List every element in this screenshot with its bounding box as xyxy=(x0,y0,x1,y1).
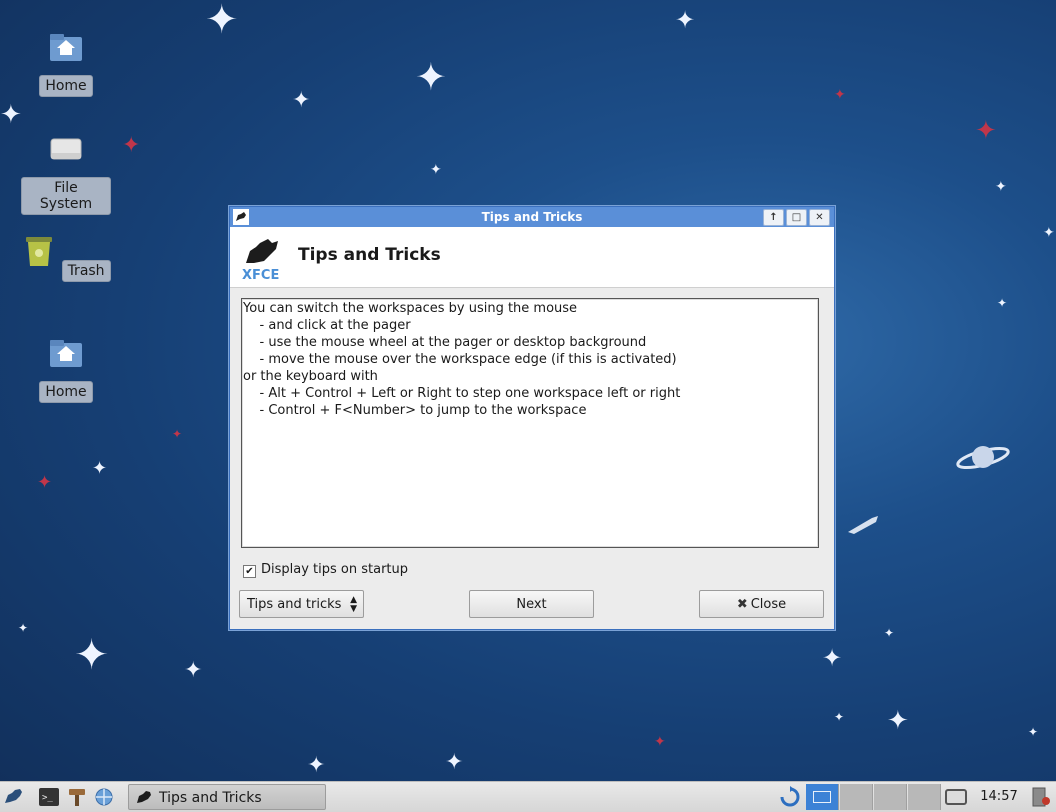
web-browser-icon[interactable] xyxy=(93,787,115,807)
window-thumbnail xyxy=(813,791,831,803)
star-icon: ✦ xyxy=(307,753,326,778)
shade-button[interactable]: ↑ xyxy=(763,209,784,226)
trash-icon xyxy=(26,237,53,266)
tip-text-area[interactable]: You can switch the workspaces by using t… xyxy=(241,298,819,548)
tips-dialog: Tips and Tricks ↑ □ ✕ XFCE Tips and Tric… xyxy=(229,206,835,630)
select-arrows-icon: ▲ ▼ xyxy=(350,595,357,614)
workspace-2[interactable] xyxy=(840,784,873,810)
star-icon: ✦ xyxy=(122,133,141,158)
close-icon: ✖ xyxy=(736,597,748,612)
star-icon: ✦ xyxy=(887,706,909,736)
star-icon: ✦ xyxy=(430,162,442,178)
star-icon: ✦ xyxy=(997,296,1008,310)
show-desktop-icon[interactable] xyxy=(945,788,967,806)
star-icon: ✦ xyxy=(995,179,1007,195)
desktop-icon-label: Home xyxy=(39,381,93,403)
planet-icon xyxy=(956,446,1010,470)
desktop-icon-label: File System xyxy=(21,177,111,215)
star-icon: ✦ xyxy=(834,87,846,103)
star-icon: ✦ xyxy=(654,734,666,750)
tip-line: - Alt + Control + Left or Right to step … xyxy=(243,386,681,401)
star-icon: ✦ xyxy=(675,6,696,34)
desktop-icon-label: Home xyxy=(39,75,93,97)
tip-line: - move the mouse over the workspace edge… xyxy=(243,352,677,367)
update-notifier-icon[interactable] xyxy=(779,786,801,808)
rocket-icon xyxy=(848,516,878,534)
star-icon: ✦ xyxy=(92,458,108,479)
star-icon: ✦ xyxy=(172,427,183,441)
xfce-icon xyxy=(233,209,249,225)
workspace-4[interactable] xyxy=(908,784,941,810)
workspace-1[interactable] xyxy=(806,784,839,810)
maximize-button[interactable]: □ xyxy=(786,209,807,226)
star-icon: ✦ xyxy=(884,626,895,640)
xfce-icon xyxy=(137,791,151,803)
desktop-icon-trash[interactable]: Trash xyxy=(21,233,111,282)
display-tips-label: Display tips on startup xyxy=(261,562,409,577)
star-icon: ✦ xyxy=(0,100,22,130)
category-select-value: Tips and tricks xyxy=(247,597,342,612)
tip-line: You can switch the workspaces by using t… xyxy=(243,301,578,316)
home-folder-icon xyxy=(50,340,82,367)
desktop-icon-home[interactable]: Home xyxy=(21,29,111,97)
svg-text:>_: >_ xyxy=(42,793,53,803)
star-icon: ✦ xyxy=(184,658,203,683)
dialog-header: XFCE Tips and Tricks xyxy=(230,227,834,288)
close-button-label: Close xyxy=(750,597,787,612)
drive-icon xyxy=(50,138,82,160)
settings-manager-icon[interactable] xyxy=(66,787,88,807)
star-icon: ✦ xyxy=(18,621,29,635)
tip-line: or the keyboard with xyxy=(243,369,378,384)
desktop-icon-home-2[interactable]: Home xyxy=(21,335,111,403)
star-icon: ✦ xyxy=(1028,725,1039,739)
close-window-button[interactable]: ✕ xyxy=(809,209,830,226)
next-button-label: Next xyxy=(516,597,547,612)
xfce-logo-icon: XFCE xyxy=(242,239,279,281)
star-icon: ✦ xyxy=(1043,225,1055,241)
next-button[interactable]: Next xyxy=(469,590,594,618)
taskbar-item-label: Tips and Tricks xyxy=(159,790,262,806)
svg-text:XFCE: XFCE xyxy=(242,268,279,281)
taskbar-item-tips-and-tricks[interactable]: Tips and Tricks xyxy=(128,784,326,810)
applications-menu-icon[interactable] xyxy=(3,787,25,807)
tip-line: - and click at the pager xyxy=(243,318,411,333)
tip-line: - Control + F<Number> to jump to the wor… xyxy=(243,403,587,418)
star-icon: ✦ xyxy=(834,710,845,724)
star-icon: ✦ xyxy=(37,472,53,493)
star-icon: ✦ xyxy=(74,630,110,679)
star-icon: ✦ xyxy=(975,116,997,146)
star-icon: ✦ xyxy=(205,0,239,43)
desktop-icon-label: Trash xyxy=(61,260,111,282)
window-title: Tips and Tricks xyxy=(481,210,583,224)
logout-icon[interactable] xyxy=(1030,786,1052,808)
close-button[interactable]: ✖ Close xyxy=(699,590,824,618)
taskbar: >_ Tips and Tricks 14:57 xyxy=(0,781,1056,812)
category-select[interactable]: Tips and tricks ▲ ▼ xyxy=(239,590,364,618)
star-icon: ✦ xyxy=(415,55,447,99)
display-tips-option[interactable]: ✔ Display tips on startup xyxy=(243,562,408,578)
display-tips-checkbox[interactable]: ✔ xyxy=(243,565,256,578)
star-icon: ✦ xyxy=(822,644,843,672)
terminal-icon[interactable]: >_ xyxy=(38,787,60,807)
dialog-heading: Tips and Tricks xyxy=(298,245,441,265)
title-bar[interactable]: Tips and Tricks ↑ □ ✕ xyxy=(230,207,834,227)
home-folder-icon xyxy=(50,34,82,61)
workspace-3[interactable] xyxy=(874,784,907,810)
star-icon: ✦ xyxy=(445,750,464,775)
clock[interactable]: 14:57 xyxy=(978,782,1020,812)
tip-line: - use the mouse wheel at the pager or de… xyxy=(243,335,647,350)
desktop-icon-file-system[interactable]: File System xyxy=(21,131,111,215)
star-icon: ✦ xyxy=(292,88,311,113)
